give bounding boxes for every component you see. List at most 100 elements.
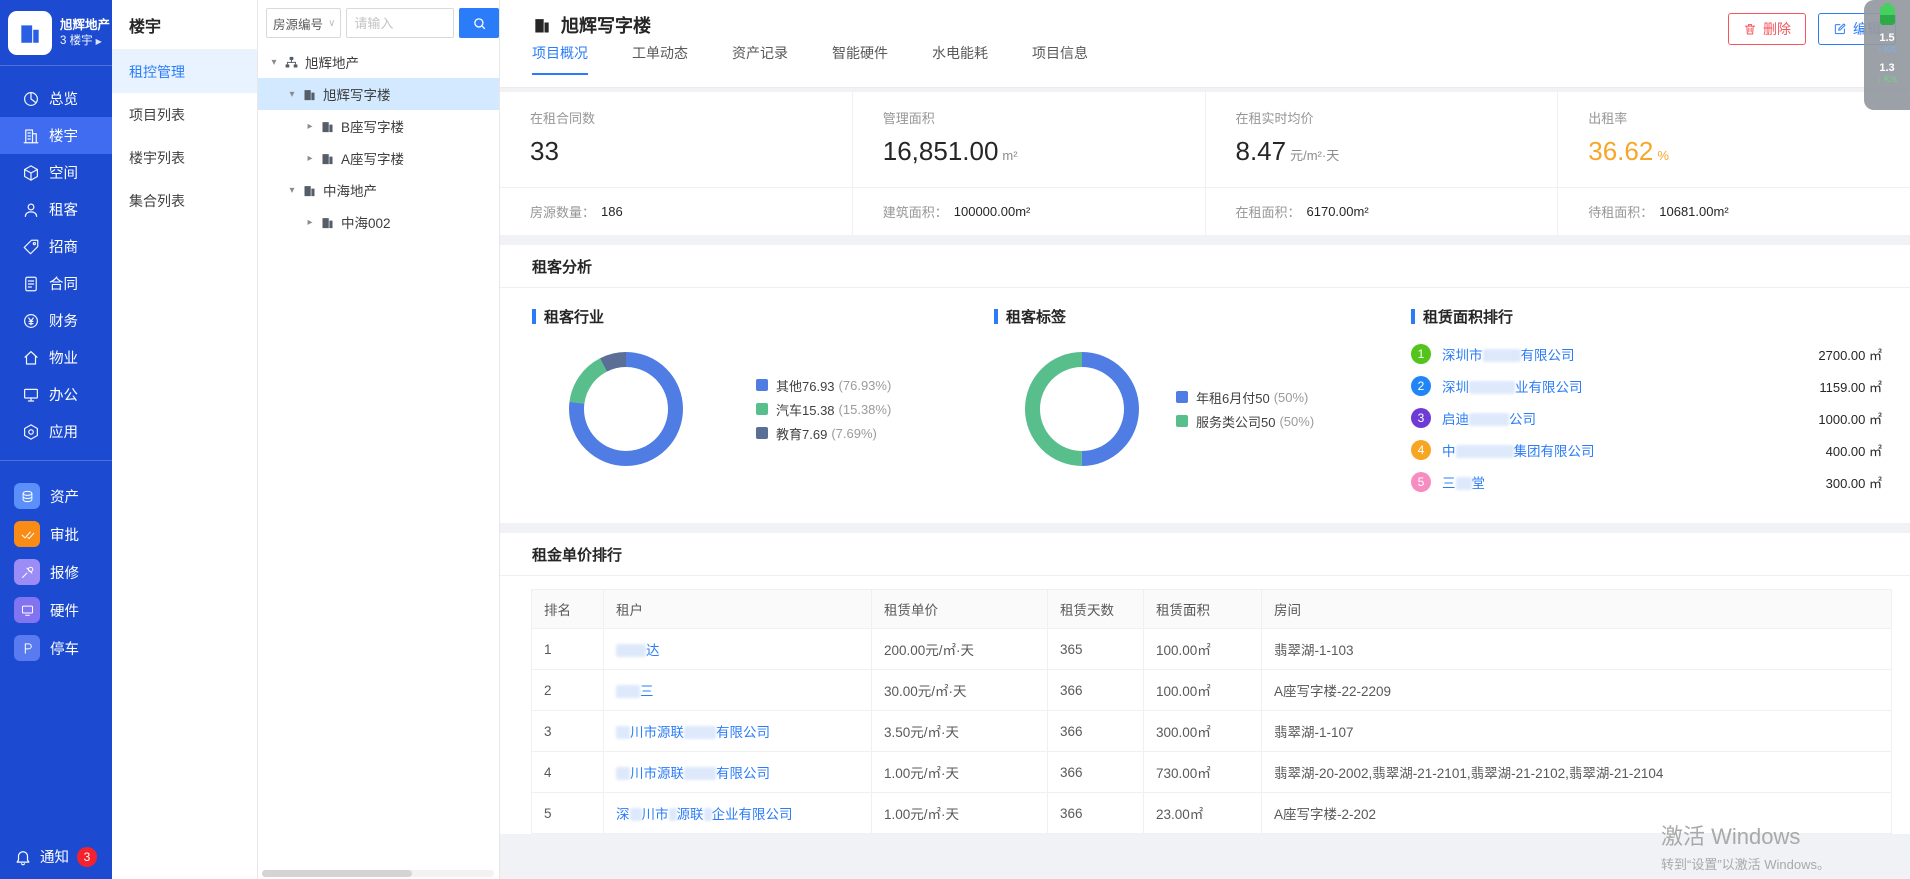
tenant-link[interactable]: 深川市源联企业有限公司 — [616, 807, 793, 822]
rent-table-header: 房间 — [1262, 590, 1892, 629]
legend-item: 其他76.93(76.93%) — [756, 376, 891, 395]
caret-expanded-icon[interactable]: ▾ — [284, 89, 300, 100]
tenant-tag-legend: 年租6月付50(50%)服务类公司50(50%) — [1176, 388, 1314, 431]
company-link[interactable]: 深圳市有限公司 — [1442, 344, 1810, 364]
tree-node[interactable]: ▸中海002 — [258, 206, 499, 238]
sidebar-item-label: 办公 — [49, 384, 78, 405]
tenant-cell: 川市源联有限公司 — [604, 711, 872, 752]
caret-expanded-icon[interactable]: ▾ — [266, 57, 282, 68]
legend-item: 服务类公司50(50%) — [1176, 412, 1314, 431]
org-switcher[interactable]: 旭辉地产 3 楼宇▶ — [0, 0, 112, 65]
tree-hscrollbar-thumb[interactable] — [262, 870, 412, 877]
substat-label: 建筑面积： — [883, 202, 948, 221]
company-link[interactable]: 深圳业有限公司 — [1442, 376, 1811, 396]
building-icon — [320, 215, 335, 230]
tab-4[interactable]: 智能硬件 — [832, 43, 888, 75]
sidebar-item-apps[interactable]: 应用 — [0, 413, 112, 450]
name-fragment: 业有限公司 — [1515, 380, 1583, 395]
caret-collapsed-icon[interactable]: ▸ — [302, 217, 318, 228]
submenu-item[interactable]: 楼宇列表 — [112, 136, 257, 179]
sidebar-item-overview[interactable]: 总览 — [0, 80, 112, 117]
tab-1[interactable]: 项目概况 — [532, 43, 588, 75]
sidebar-item-invest[interactable]: 招商 — [0, 228, 112, 265]
tenant-icon — [22, 201, 40, 219]
tree-node[interactable]: ▾ 中海地产 — [258, 174, 499, 206]
sidebar-item-space[interactable]: 空间 — [0, 154, 112, 191]
tenant-link[interactable]: 三 — [616, 684, 654, 699]
submenu-item[interactable]: 集合列表 — [112, 179, 257, 222]
tab-2[interactable]: 工单动态 — [632, 43, 688, 75]
substat-label: 房源数量： — [530, 202, 595, 221]
rent-table-header: 租赁天数 — [1048, 590, 1144, 629]
download-unit: ↓ K/s — [1877, 74, 1897, 85]
legend-swatch — [756, 427, 768, 439]
substat-value: 100000.00m² — [954, 204, 1031, 219]
caret-collapsed-icon[interactable]: ▸ — [302, 121, 318, 132]
sidebar-item-finance[interactable]: 财务 — [0, 302, 112, 339]
tree-node-label: A座写字楼 — [341, 148, 404, 168]
tree-node[interactable]: ▸ A座写字楼 — [258, 142, 499, 174]
company-link[interactable]: 中集团有限公司 — [1442, 440, 1818, 460]
tab-5[interactable]: 水电能耗 — [932, 43, 988, 75]
tenant-industry-donut-chart — [568, 351, 684, 467]
sidebar-item-tenant[interactable]: 租客 — [0, 191, 112, 228]
tree-node[interactable]: ▾旭辉写字楼 — [258, 78, 499, 110]
censored-text — [704, 808, 712, 821]
name-fragment: 三 — [640, 684, 654, 699]
notice-badge: 3 — [77, 847, 97, 867]
tab-6[interactable]: 项目信息 — [1032, 43, 1088, 75]
search-button[interactable] — [459, 8, 499, 38]
tenant-link[interactable]: 川市源联有限公司 — [616, 766, 770, 781]
office-icon — [22, 386, 40, 404]
submenu-item[interactable]: 租控管理 — [112, 50, 257, 93]
sidebar-item-property[interactable]: 物业 — [0, 339, 112, 376]
sidebar-item-building[interactable]: 楼宇 — [0, 117, 112, 154]
delete-button[interactable]: 删除 — [1728, 13, 1806, 45]
org-icon — [284, 55, 299, 70]
caret-collapsed-icon[interactable]: ▸ — [302, 153, 318, 164]
sidebar-item-label: 合同 — [49, 273, 78, 294]
building-tree: ▾旭辉地产▾旭辉写字楼▸B座写字楼▸A座写字楼▾中海地产▸中海002 — [258, 46, 499, 238]
tree-node[interactable]: ▾旭辉地产 — [258, 46, 499, 78]
search-input[interactable] — [346, 8, 454, 38]
lease-area-rank-row: 1深圳市有限公司2700.00 ㎡ — [1411, 341, 1882, 367]
sidebar-app-parking[interactable]: 停车 — [0, 629, 112, 667]
company-link[interactable]: 启迪公司 — [1442, 408, 1810, 428]
sidebar-app-asset[interactable]: 资产 — [0, 477, 112, 515]
sidebar-item-notice[interactable]: 通知 3 — [0, 846, 112, 867]
area-cell: 100.00㎡ — [1144, 670, 1262, 711]
caret-expanded-icon[interactable]: ▾ — [284, 185, 300, 196]
org-logo — [8, 11, 52, 55]
search-type-select[interactable]: 房源编号 ∨ — [266, 8, 341, 38]
tree-node[interactable]: ▸B座写字楼 — [258, 110, 499, 142]
name-fragment: 达 — [646, 643, 660, 658]
rent-price-rank-panel: 租金单价排行 排名租户租赁单价租赁天数租赁面积房间 1达200.00元/㎡·天3… — [500, 533, 1910, 834]
building-icon — [22, 127, 40, 145]
sidebar-item-contract[interactable]: 合同 — [0, 265, 112, 302]
tenant-analysis-panel: 租客分析 租客行业 其他76.93(76.93%)汽车15.38(15.38%)… — [500, 245, 1910, 523]
building-title-icon — [532, 15, 552, 35]
tree-hscrollbar[interactable] — [262, 870, 494, 877]
name-fragment: 深圳市 — [1442, 348, 1483, 363]
tenant-link[interactable]: 达 — [616, 643, 660, 658]
tab-3[interactable]: 资产记录 — [732, 43, 788, 75]
area-cell: 23.00㎡ — [1144, 793, 1262, 834]
tree-node-label: 中海地产 — [323, 180, 377, 200]
sidebar-app-repair[interactable]: 报修 — [0, 553, 112, 591]
area-cell: 300.00㎡ — [1144, 711, 1262, 752]
legend-label: 汽车15.38 — [776, 400, 835, 419]
tenant-link[interactable]: 川市源联有限公司 — [616, 725, 770, 740]
sidebar-app-approval[interactable]: 审批 — [0, 515, 112, 553]
stat-value: 33 — [530, 136, 852, 167]
submenu-item[interactable]: 项目列表 — [112, 93, 257, 136]
substat-cell: 待租面积：10681.00m² — [1558, 188, 1910, 235]
building-icon — [320, 119, 335, 134]
tenant-tag-title: 租客标签 — [994, 306, 1395, 327]
sidebar-item-office[interactable]: 办公 — [0, 376, 112, 413]
table-row: 1达200.00元/㎡·天365100.00㎡翡翠湖-1-103 — [532, 629, 1892, 670]
bell-icon — [14, 848, 32, 866]
sidebar-app-hardware[interactable]: 硬件 — [0, 591, 112, 629]
name-fragment: 公司 — [1509, 412, 1536, 427]
rank-number-badge: 3 — [1411, 408, 1431, 428]
company-link[interactable]: 三堂 — [1442, 472, 1818, 492]
